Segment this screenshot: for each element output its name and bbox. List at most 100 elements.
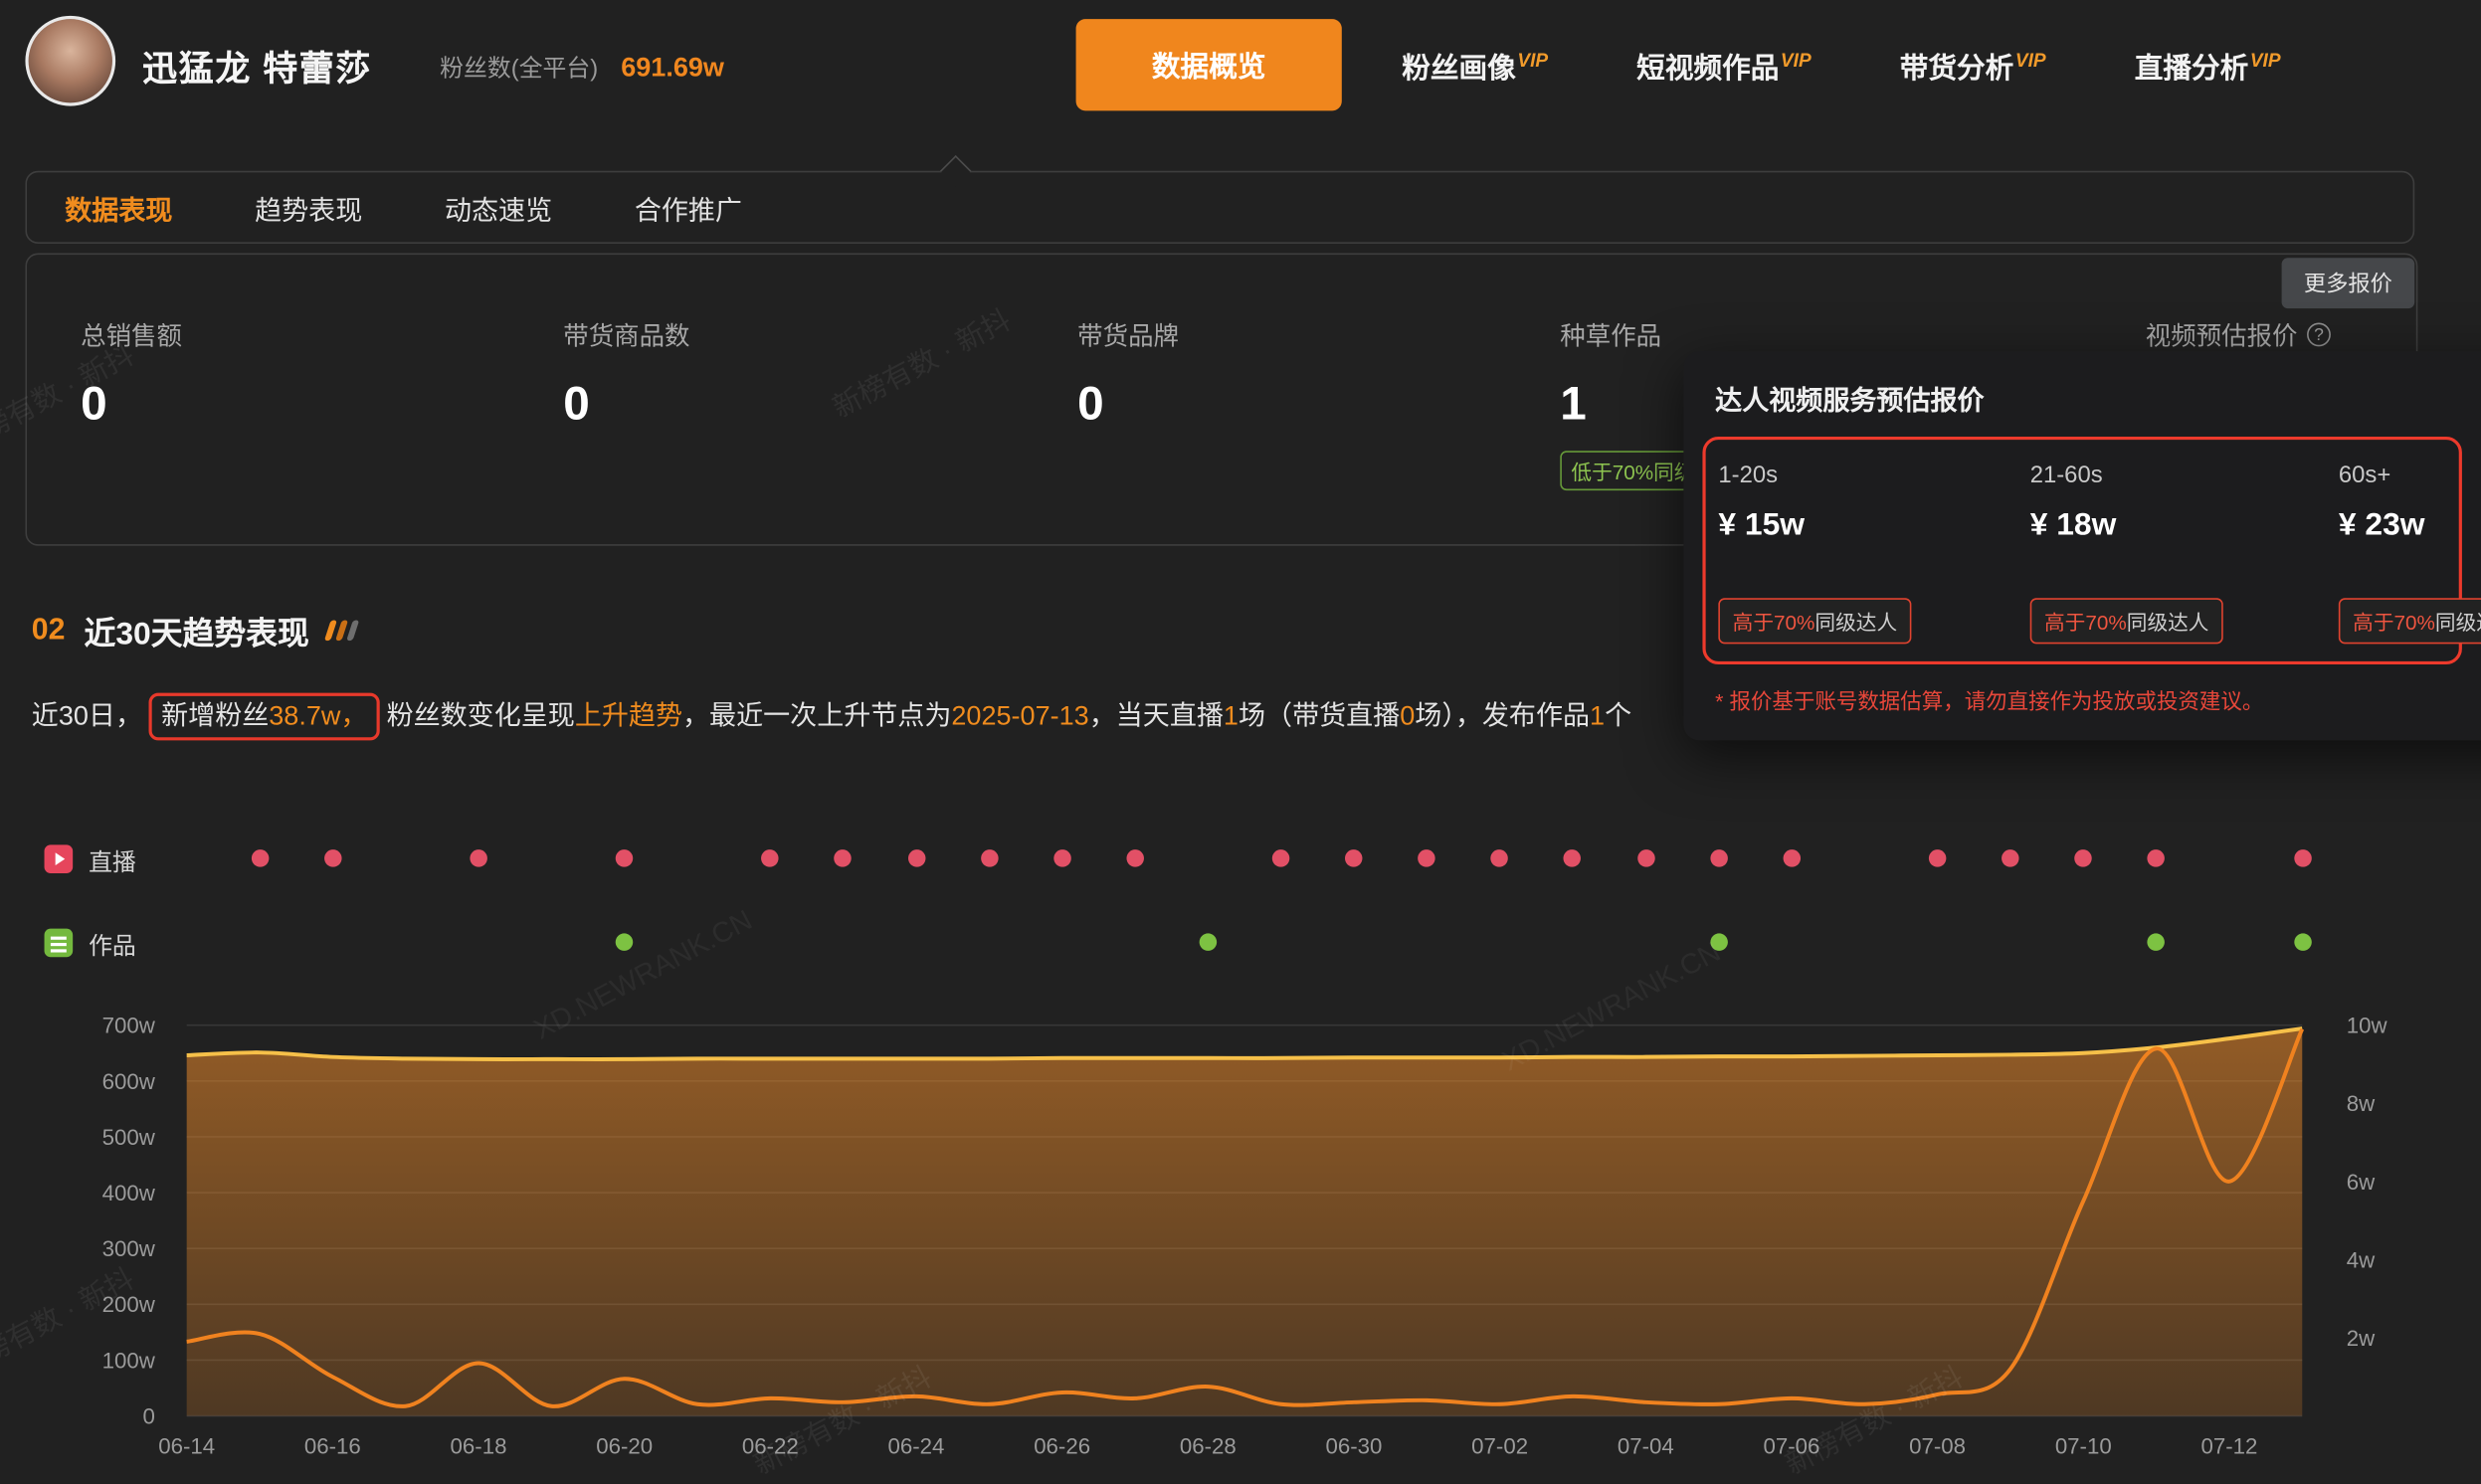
quote-duration: 1-20s [1718,462,1805,488]
section-number: 02 [32,613,66,648]
svg-text:06-28: 06-28 [1180,1434,1237,1459]
stat-label-text: 种草作品 [1560,315,1661,353]
works-dots-track [0,925,2481,960]
live-marker-dot [1564,849,1581,866]
summary-text: 场），发布作品 [1415,701,1590,731]
fans-value: 691.69w [621,52,724,82]
live-marker-dot [1710,849,1727,866]
tab-合作推广[interactable]: 合作推广 [635,187,742,227]
works-marker-row: 作品 [0,925,2481,960]
summary-text: 粉丝数变化呈现 [387,701,575,731]
section-header: 02 近30天趋势表现 [32,608,357,653]
summary-text: 近30日， [32,701,142,731]
badge-highlight: 高于70% [2044,611,2127,635]
summary-text: 38.7w， [269,701,367,731]
svg-text:06-16: 06-16 [304,1434,361,1459]
live-marker-dot [1491,849,1508,866]
svg-text:6w: 6w [2347,1170,2376,1195]
live-marker-dot [2002,849,2018,866]
vip-badge: VIP [2015,49,2046,71]
nav-item-带货分析[interactable]: 带货分析VIP [1900,46,2046,87]
live-marker-dot [981,849,998,866]
live-marker-dot [1783,849,1800,866]
svg-text:8w: 8w [2347,1091,2376,1116]
summary-text: ，最近一次上升节点为 [682,701,951,731]
stat-label-text: 视频预估报价 [2146,315,2298,353]
stat-col-1: 总销售额 0 [81,315,182,433]
works-marker-dot [2148,933,2165,950]
vip-badge: VIP [1781,49,1812,71]
page: 迅猛龙 特蕾莎 粉丝数(全平台) 691.69w 数据概览 粉丝画像VIP短视频… [0,0,2481,1484]
live-marker-dot [762,849,779,866]
svg-text:07-04: 07-04 [1618,1434,1674,1459]
svg-text:200w: 200w [102,1292,156,1317]
stat-label: 带货商品数 [563,315,689,353]
svg-text:06-24: 06-24 [888,1434,945,1459]
live-marker-dot [470,849,486,866]
summary-text: 上升趋势 [575,701,682,731]
svg-text:500w: 500w [102,1125,156,1150]
nav-data-overview-button[interactable]: 数据概览 [1076,19,1342,110]
header-nav: 粉丝画像VIP 短视频作品VIP 带货分析VIP 直播分析VIP [1402,0,2280,133]
tab-趋势表现[interactable]: 趋势表现 [255,187,362,227]
peer-compare-badge: 高于70%同级达人 [2030,598,2223,644]
stat-label: 总销售额 [81,315,182,353]
svg-text:10w: 10w [2347,1014,2388,1038]
svg-text:07-08: 07-08 [1909,1434,1966,1459]
summary-text: 0 [1400,701,1415,731]
live-marker-dot [1345,849,1362,866]
live-marker-dot [251,849,268,866]
live-marker-dot [324,849,341,866]
live-marker-row: 直播 [0,841,2481,876]
summary-text: 场（带货直播 [1239,701,1400,731]
stat-label-text: 带货品牌 [1077,315,1179,353]
tab-数据表现[interactable]: 数据表现 [65,187,172,227]
tab-动态速览[interactable]: 动态速览 [445,187,552,227]
svg-text:06-22: 06-22 [742,1434,799,1459]
badge-highlight: 高于70% [1733,611,1815,635]
stat-label: 视频预估报价 [2146,315,2331,353]
section-title: 近30天趋势表现 [85,608,309,653]
badge-rest: 同级达人 [2435,611,2481,635]
live-marker-dot [1419,849,1435,866]
works-marker-dot [616,933,633,950]
help-icon[interactable] [2307,322,2331,346]
nav-item-短视频作品[interactable]: 短视频作品VIP [1636,46,1812,87]
summary-text: 个 [1605,701,1631,731]
svg-text:0: 0 [142,1404,154,1429]
svg-text:300w: 300w [102,1236,156,1261]
trend-chart-svg[interactable]: 0100w200w300w400w500w600w700w2w4w6w8w10w… [0,981,2481,1481]
stat-col-2: 带货商品数0 [563,315,689,433]
vip-badge: VIP [2250,49,2281,71]
summary-text: 1 [1590,701,1605,731]
new-fans-highlight-box: 新增粉丝38.7w， [148,693,380,741]
svg-text:2w: 2w [2347,1326,2376,1351]
live-marker-dot [2294,849,2311,866]
avatar[interactable] [25,16,115,106]
stat-label-text: 带货商品数 [563,315,689,353]
badge-rest: 同级达人 [1814,611,1897,635]
svg-text:06-26: 06-26 [1034,1434,1090,1459]
works-marker-dot [2294,933,2311,950]
quote-col-2: 21-60s¥ 18w高于70%同级达人 [2030,462,2117,544]
svg-text:06-30: 06-30 [1326,1434,1383,1459]
live-dots-track [0,841,2481,876]
live-marker-dot [2075,849,2092,866]
quote-highlight-box: 1-20s¥ 15w高于70%同级达人21-60s¥ 18w高于70%同级达人6… [1702,437,2461,664]
svg-text:06-20: 06-20 [596,1434,653,1459]
works-marker-dot [1200,933,1217,950]
peer-compare-badge: 高于70%同级达人 [1718,598,1911,644]
trend-chart[interactable]: 0100w200w300w400w500w600w700w2w4w6w8w10w… [0,981,2481,1481]
svg-text:4w: 4w [2347,1247,2376,1272]
stat-value: 0 [81,378,182,432]
quote-popup: 达人视频服务预估报价 1-20s¥ 15w高于70%同级达人21-60s¥ 18… [1683,351,2481,740]
live-marker-dot [1126,849,1143,866]
nav-item-直播分析[interactable]: 直播分析VIP [2135,46,2281,87]
nav-item-粉丝画像[interactable]: 粉丝画像VIP [1402,46,1548,87]
peer-compare-badge: 高于70%同级达人 [2339,598,2481,644]
works-marker-dot [1710,933,1727,950]
stat-col-3: 带货品牌0 [1077,315,1179,433]
live-marker-dot [1053,849,1070,866]
more-quotes-button[interactable]: 更多报价 [2282,258,2415,308]
live-marker-dot [1637,849,1654,866]
